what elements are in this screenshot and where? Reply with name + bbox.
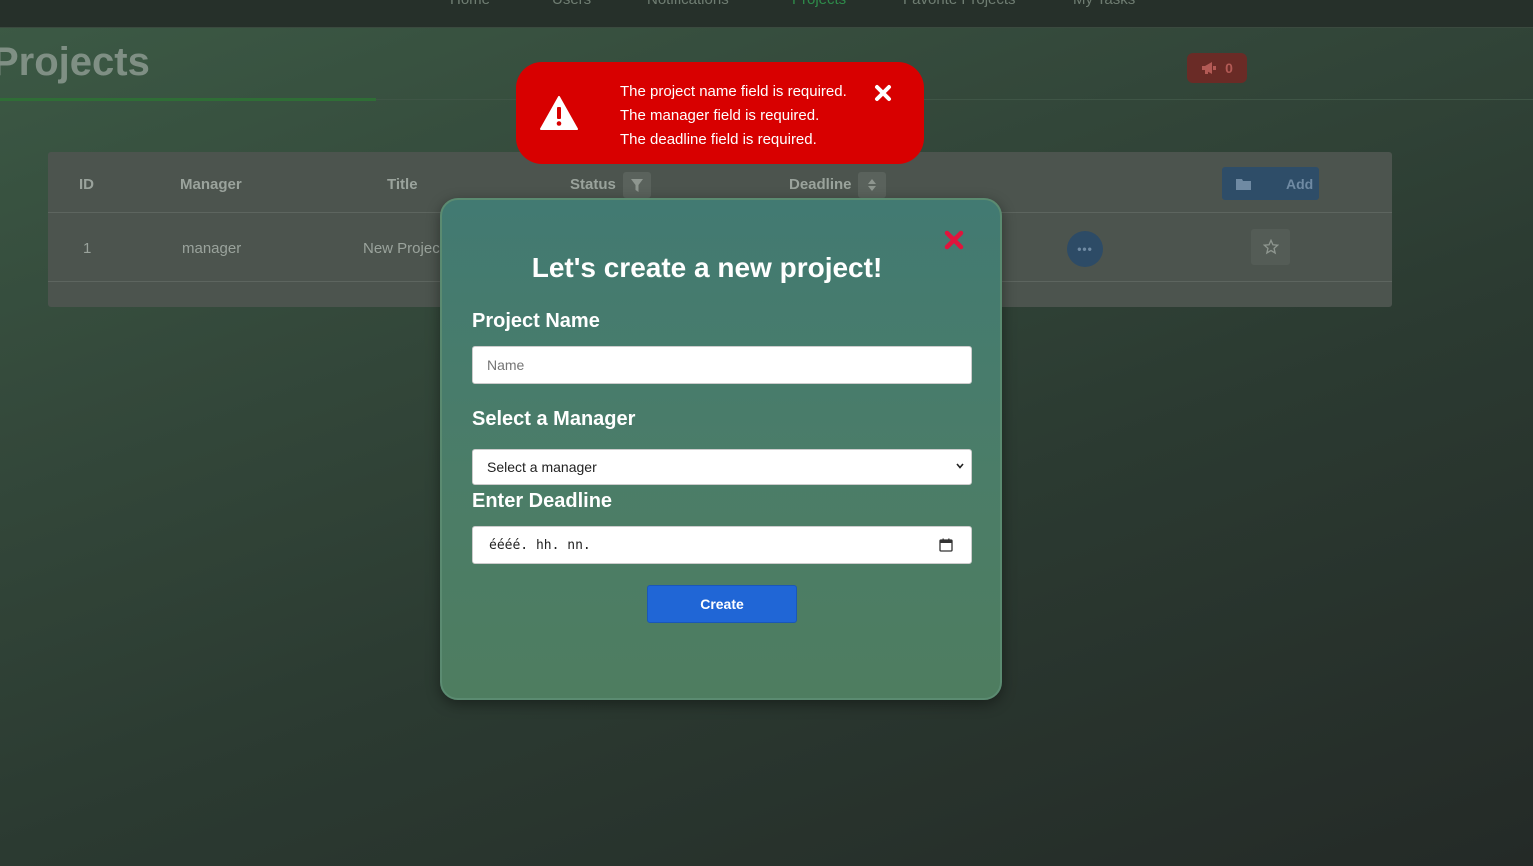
close-x-icon[interactable]	[874, 84, 892, 102]
column-header-id: ID	[79, 176, 94, 193]
add-button-label: Add	[1286, 175, 1314, 192]
create-project-modal: Let's create a new project! Project Name…	[440, 198, 1002, 700]
top-nav: Home Users Notifications Projects Favori…	[0, 0, 1533, 28]
warning-triangle-icon	[540, 96, 578, 130]
error-messages: The project name field is required. The …	[620, 80, 847, 152]
page-title: Projects	[0, 40, 150, 84]
star-icon	[1262, 239, 1279, 255]
row-more-button[interactable]: •••	[1067, 231, 1103, 267]
nav-my-tasks[interactable]: My Tasks	[1073, 0, 1135, 8]
announcement-button[interactable]: 0	[1187, 53, 1247, 83]
announcement-count: 0	[1225, 60, 1233, 76]
filter-icon	[631, 178, 643, 192]
project-name-label: Project Name	[472, 310, 600, 332]
column-header-title: Title	[387, 176, 418, 193]
deadline-input[interactable]: éééé. hh. nn.	[472, 526, 972, 564]
manager-select-value: Select a manager	[487, 459, 597, 475]
sort-icon	[868, 179, 876, 191]
row-id: 1	[83, 240, 92, 257]
modal-title: Let's create a new project!	[531, 252, 883, 283]
favorite-button[interactable]	[1251, 229, 1290, 265]
add-project-button[interactable]: Add	[1222, 167, 1319, 200]
error-message: The deadline field is required.	[620, 131, 817, 148]
ellipsis-icon: •••	[1077, 242, 1093, 256]
error-message: The project name field is required.	[620, 83, 847, 100]
deadline-placeholder: éééé. hh. nn.	[489, 537, 591, 553]
nav-notifications[interactable]: Notifications	[647, 0, 729, 8]
status-filter-button[interactable]	[623, 172, 651, 198]
calendar-icon[interactable]	[939, 538, 953, 552]
chevron-down-icon	[956, 463, 964, 469]
nav-favorite-projects[interactable]: Favorite Projects	[903, 0, 1016, 8]
column-header-status: Status	[570, 176, 616, 193]
error-message: The manager field is required.	[620, 107, 820, 124]
nav-home[interactable]: Home	[450, 0, 490, 8]
column-header-deadline: Deadline	[789, 176, 852, 193]
manager-select[interactable]: Select a manager	[472, 449, 972, 485]
deadline-sort-button[interactable]	[858, 172, 886, 198]
project-name-input[interactable]	[472, 346, 972, 384]
megaphone-icon	[1202, 62, 1217, 74]
row-title: New Projec	[363, 240, 440, 257]
nav-projects[interactable]: Projects	[792, 0, 846, 8]
nav-users[interactable]: Users	[552, 0, 591, 8]
title-underline	[0, 98, 376, 101]
manager-label: Select a Manager	[472, 408, 636, 430]
folder-icon	[1236, 178, 1251, 190]
column-header-manager: Manager	[180, 176, 242, 193]
deadline-label: Enter Deadline	[472, 490, 613, 512]
create-button[interactable]: Create	[647, 585, 797, 623]
row-manager: manager	[182, 240, 242, 257]
validation-error-alert: The project name field is required. The …	[516, 62, 924, 164]
close-x-icon[interactable]	[944, 230, 964, 250]
